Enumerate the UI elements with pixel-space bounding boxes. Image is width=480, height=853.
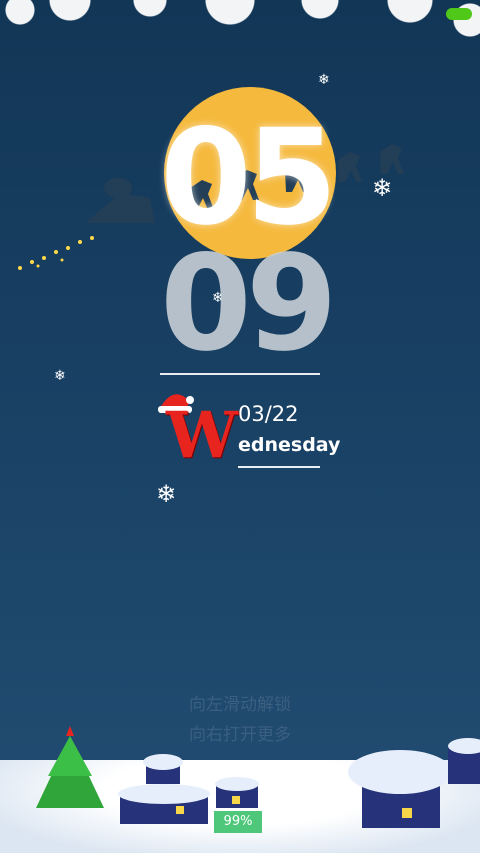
christmas-tree-icon <box>36 726 104 808</box>
snow-house-icon <box>348 738 480 828</box>
weekday-initial: W <box>166 398 238 473</box>
snowflake-icon: ❄ <box>156 480 177 508</box>
clock-hours: 05 <box>160 101 338 255</box>
divider <box>160 373 320 375</box>
battery-percent-badge: 99% <box>214 811 262 833</box>
sparkle-trail <box>18 236 94 270</box>
date-text: 03/22 <box>238 402 299 426</box>
unlock-left-hint[interactable]: 向左滑动解锁 <box>0 690 480 715</box>
weekday-text: ednesday <box>238 434 341 456</box>
snowflake-icon: ❄ <box>318 72 330 88</box>
date-underline <box>238 466 320 468</box>
snow-house-icon <box>215 777 259 808</box>
battery-icon <box>446 8 472 20</box>
snowy-top-border <box>0 0 480 60</box>
snow-house-icon <box>118 754 210 824</box>
clock-minutes: 09 <box>160 227 338 381</box>
snowflake-icon: ❄ <box>54 368 66 384</box>
